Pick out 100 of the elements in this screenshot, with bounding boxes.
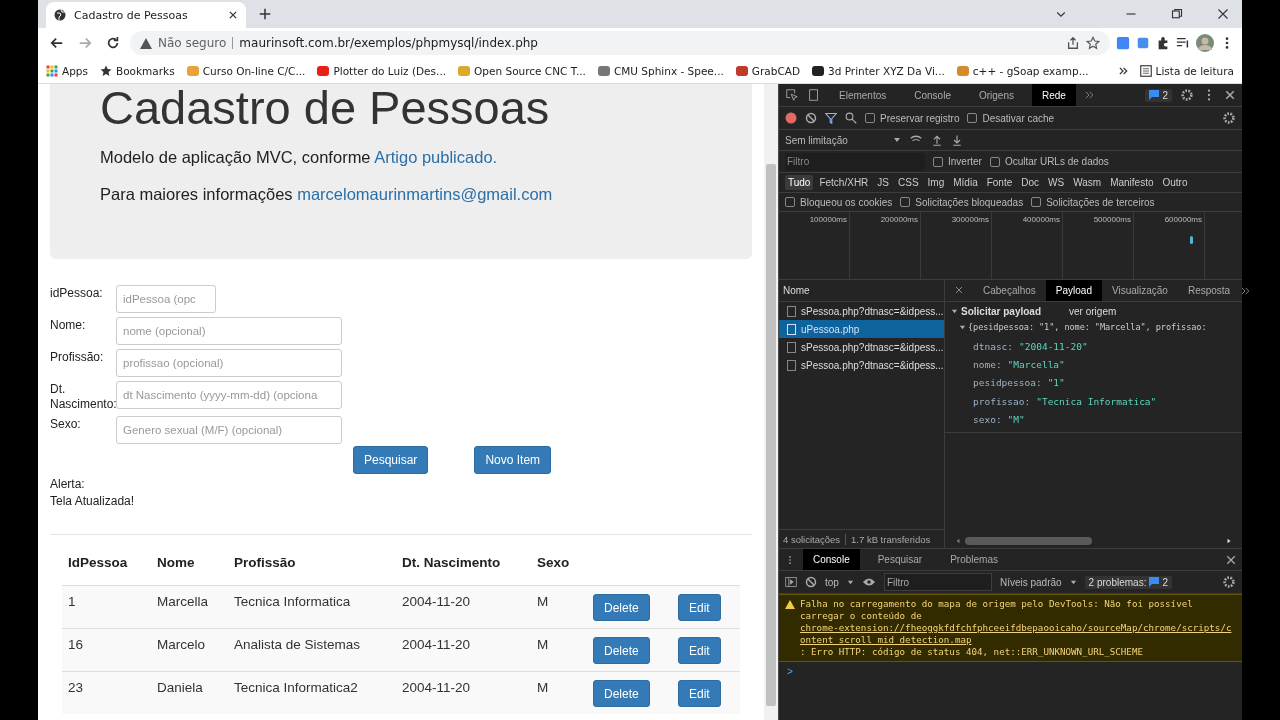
detail-tab[interactable]: Resposta bbox=[1177, 280, 1241, 301]
source-map-link[interactable]: chrome-extension://fheoggkfdfchfphceeifdbepaooicaho/sourceMap/chrome/scripts/content_scroll_mid_detection.map bbox=[800, 622, 1236, 646]
levels-dropdown[interactable]: Níveis padrão bbox=[999, 576, 1062, 588]
right-arrow-icon[interactable] bbox=[1226, 538, 1232, 544]
devtools-tab[interactable]: Elementos bbox=[829, 84, 897, 106]
caret-icon[interactable] bbox=[951, 308, 958, 315]
devtools-tab[interactable]: Origens bbox=[968, 84, 1024, 106]
request-row[interactable]: sPessoa.php?dtnasc=&idpess... bbox=[779, 302, 944, 320]
search-icon[interactable] bbox=[845, 112, 857, 124]
drawer-tab[interactable]: Console bbox=[803, 549, 860, 570]
request-row[interactable]: sPessoa.php?dtnasc=&idpess... bbox=[779, 338, 944, 356]
checkbox[interactable] bbox=[967, 113, 978, 123]
bookmark-link[interactable]: Bookmarks bbox=[116, 64, 175, 77]
device-icon[interactable] bbox=[807, 88, 821, 102]
drawer-tab[interactable]: Problemas bbox=[940, 549, 1008, 570]
input-field[interactable]: dt Nascimento (yyyy-mm-dd) (opciona bbox=[116, 381, 342, 409]
type-filter[interactable]: Manifesto bbox=[1107, 175, 1157, 190]
article-link[interactable]: Artigo publicado. bbox=[374, 148, 498, 166]
detail-tab[interactable]: Cabeçalhos bbox=[973, 280, 1046, 301]
type-filter[interactable]: Img bbox=[924, 175, 948, 190]
upload-icon[interactable] bbox=[931, 134, 943, 146]
type-filter[interactable]: WS bbox=[1045, 175, 1068, 190]
media-icon[interactable] bbox=[1176, 36, 1190, 50]
detail-tab[interactable]: Payload bbox=[1045, 280, 1102, 301]
settings-icon[interactable] bbox=[1180, 88, 1194, 102]
detail-tab[interactable]: Visualização bbox=[1101, 280, 1178, 301]
filter-field[interactable]: Filtro bbox=[883, 573, 992, 591]
devtools-tab[interactable]: Rede bbox=[1031, 84, 1076, 106]
edit-button[interactable]: Edit bbox=[678, 594, 721, 621]
inspect-icon[interactable] bbox=[785, 88, 799, 102]
checkbox[interactable] bbox=[785, 197, 795, 207]
view-source-link[interactable]: ver origem bbox=[1069, 306, 1117, 317]
type-filter[interactable]: Fonte bbox=[983, 175, 1016, 190]
context-dropdown[interactable]: top bbox=[825, 576, 839, 588]
browser-tab[interactable]: Cadastro de Pessoas bbox=[46, 2, 246, 28]
bookmark-link[interactable]: Plotter do Luiz (Des... bbox=[333, 64, 447, 77]
close-icon[interactable] bbox=[1217, 8, 1229, 20]
bookmark-link[interactable]: GrabCAD bbox=[751, 64, 800, 77]
bookmark-link[interactable]: c++ - gSoap examp... bbox=[972, 64, 1089, 77]
reload-icon[interactable] bbox=[106, 36, 120, 50]
close-icon[interactable] bbox=[1226, 554, 1236, 565]
type-filter[interactable]: Mídia bbox=[950, 175, 981, 190]
problems-button[interactable]: 2 problemas: 2 bbox=[1084, 575, 1172, 589]
address-bar[interactable]: Não seguro maurinsoft.com.br/exemplos/phpmysql/index.php bbox=[130, 31, 1110, 55]
drawer-tab[interactable]: Pesquisar bbox=[867, 549, 933, 570]
email-link[interactable]: marcelomaurinmartins@gmail.com bbox=[297, 185, 553, 203]
new-item-button[interactable]: Novo Item bbox=[474, 446, 552, 474]
delete-button[interactable]: Delete bbox=[593, 637, 650, 664]
back-icon[interactable] bbox=[50, 36, 64, 50]
clear-icon[interactable] bbox=[805, 112, 817, 124]
checkbox[interactable] bbox=[933, 156, 943, 167]
left-arrow-icon[interactable] bbox=[955, 538, 961, 544]
type-filter[interactable]: Outro bbox=[1159, 175, 1191, 190]
caret-icon[interactable] bbox=[1069, 578, 1077, 586]
close-icon[interactable] bbox=[1224, 89, 1236, 101]
close-icon[interactable] bbox=[228, 10, 238, 20]
scrollbar[interactable] bbox=[764, 84, 778, 720]
star-icon[interactable] bbox=[1086, 36, 1100, 50]
bookmark-link[interactable]: 3d Printer XYZ Da Vi... bbox=[828, 64, 945, 77]
type-filter[interactable]: CSS bbox=[895, 175, 922, 190]
issues-badge[interactable]: 2 bbox=[1145, 88, 1172, 102]
sidebar-icon[interactable] bbox=[785, 576, 797, 588]
checkbox[interactable] bbox=[1031, 197, 1042, 207]
edit-button[interactable]: Edit bbox=[678, 637, 721, 664]
bookmark-link[interactable]: Open Source CNC T... bbox=[474, 64, 586, 77]
type-filter[interactable]: Fetch/XHR bbox=[816, 175, 872, 190]
clear-icon[interactable] bbox=[805, 576, 817, 588]
settings-icon[interactable] bbox=[1222, 111, 1236, 125]
type-filter[interactable]: Tudo bbox=[785, 175, 814, 190]
delete-button[interactable]: Delete bbox=[593, 680, 650, 707]
settings-icon[interactable] bbox=[1222, 575, 1236, 589]
caret-icon[interactable] bbox=[893, 136, 901, 144]
checkbox[interactable] bbox=[900, 197, 911, 207]
checkbox[interactable] bbox=[989, 156, 1000, 167]
timeline-overview[interactable]: 100000ms 200000ms 300000ms 400000ms 500000ms 600000ms bbox=[779, 212, 1242, 280]
console-prompt[interactable]: > bbox=[779, 662, 1242, 681]
share-icon[interactable] bbox=[1066, 36, 1080, 50]
section-title[interactable]: Solicitar payload bbox=[961, 306, 1042, 317]
input-field[interactable]: nome (opcional) bbox=[116, 317, 342, 345]
delete-button[interactable]: Delete bbox=[593, 594, 650, 621]
bookmark-link[interactable]: CMU Sphinx - Spee... bbox=[613, 64, 724, 77]
avatar-icon[interactable] bbox=[1196, 34, 1214, 52]
input-field[interactable]: profissao (opcional) bbox=[116, 349, 342, 377]
filter-icon[interactable] bbox=[825, 112, 837, 124]
download-icon[interactable] bbox=[951, 134, 963, 146]
caret-icon[interactable] bbox=[846, 578, 854, 586]
input-field[interactable]: Genero sexual (M/F) (opcional) bbox=[116, 416, 342, 444]
reading-list-link[interactable]: Lista de leitura bbox=[1155, 64, 1234, 77]
record-icon[interactable] bbox=[785, 112, 797, 124]
restore-icon[interactable] bbox=[1171, 8, 1183, 20]
search-button[interactable]: Pesquisar bbox=[353, 446, 429, 474]
filter-field[interactable]: Filtro bbox=[785, 152, 925, 171]
checkbox[interactable] bbox=[865, 113, 875, 123]
type-filter[interactable]: JS bbox=[874, 175, 892, 190]
puzzle-icon[interactable] bbox=[1156, 36, 1170, 50]
edit-button[interactable]: Edit bbox=[678, 680, 721, 707]
chevrons-right-icon[interactable] bbox=[1117, 65, 1128, 76]
chevrons-right-icon[interactable] bbox=[1240, 285, 1251, 296]
type-filter[interactable]: Wasm bbox=[1070, 175, 1105, 190]
input-field[interactable]: idPessoa (opc bbox=[116, 285, 216, 313]
